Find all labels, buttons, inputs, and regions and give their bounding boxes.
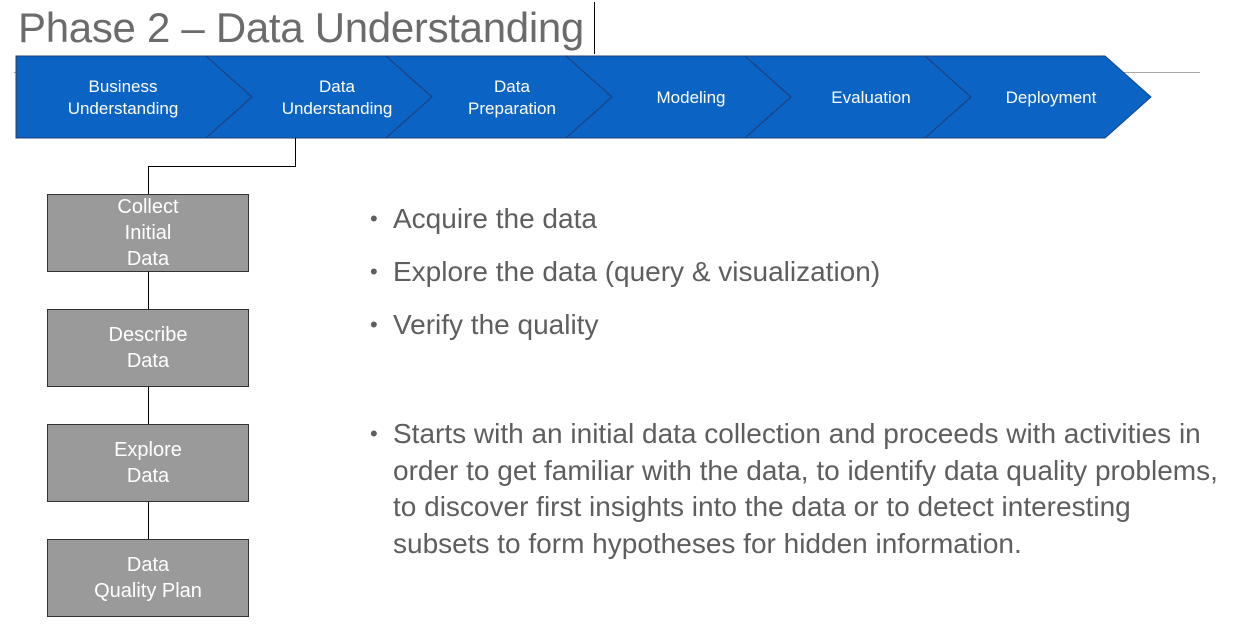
phase-evaluation: Evaluation — [831, 88, 911, 107]
bullet-text: Acquire the data — [393, 203, 597, 234]
phase-deployment: Deployment — [1005, 88, 1097, 107]
step-collect-initial-data: Collect Initial Data — [47, 194, 249, 272]
step-describe-data: Describe Data — [47, 309, 249, 387]
phase-business-understanding: Business Understanding — [67, 77, 179, 118]
step-explore-data: Explore Data — [47, 424, 249, 502]
connector-line — [148, 271, 149, 309]
bullet-item: • Acquire the data — [370, 201, 1230, 238]
phase-data-preparation: Data Preparation — [468, 77, 556, 118]
phase-modeling: Modeling — [656, 88, 726, 107]
connector-line — [295, 138, 296, 167]
bullet-dot: • — [370, 206, 378, 231]
bullet-text: Verify the quality — [393, 309, 599, 340]
bullet-item: • Starts with an initial data collection… — [370, 416, 1232, 562]
step-data-quality-plan: Data Quality Plan — [47, 539, 249, 617]
connector-line — [148, 386, 149, 424]
bullet-dot: • — [370, 312, 378, 337]
connector-line — [148, 501, 149, 539]
connector-line — [148, 166, 296, 167]
connector-line — [148, 166, 149, 194]
bullet-dot: • — [370, 421, 378, 446]
bullet-text: Starts with an initial data collection a… — [393, 418, 1218, 559]
bullet-text: Explore the data (query & visualization) — [393, 256, 881, 287]
bullet-item: • Verify the quality — [370, 307, 1230, 344]
bullet-item: • Explore the data (query & visualizatio… — [370, 254, 1230, 291]
bullet-dot: • — [370, 259, 378, 284]
phase-data-understanding: Data Understanding — [281, 77, 393, 118]
